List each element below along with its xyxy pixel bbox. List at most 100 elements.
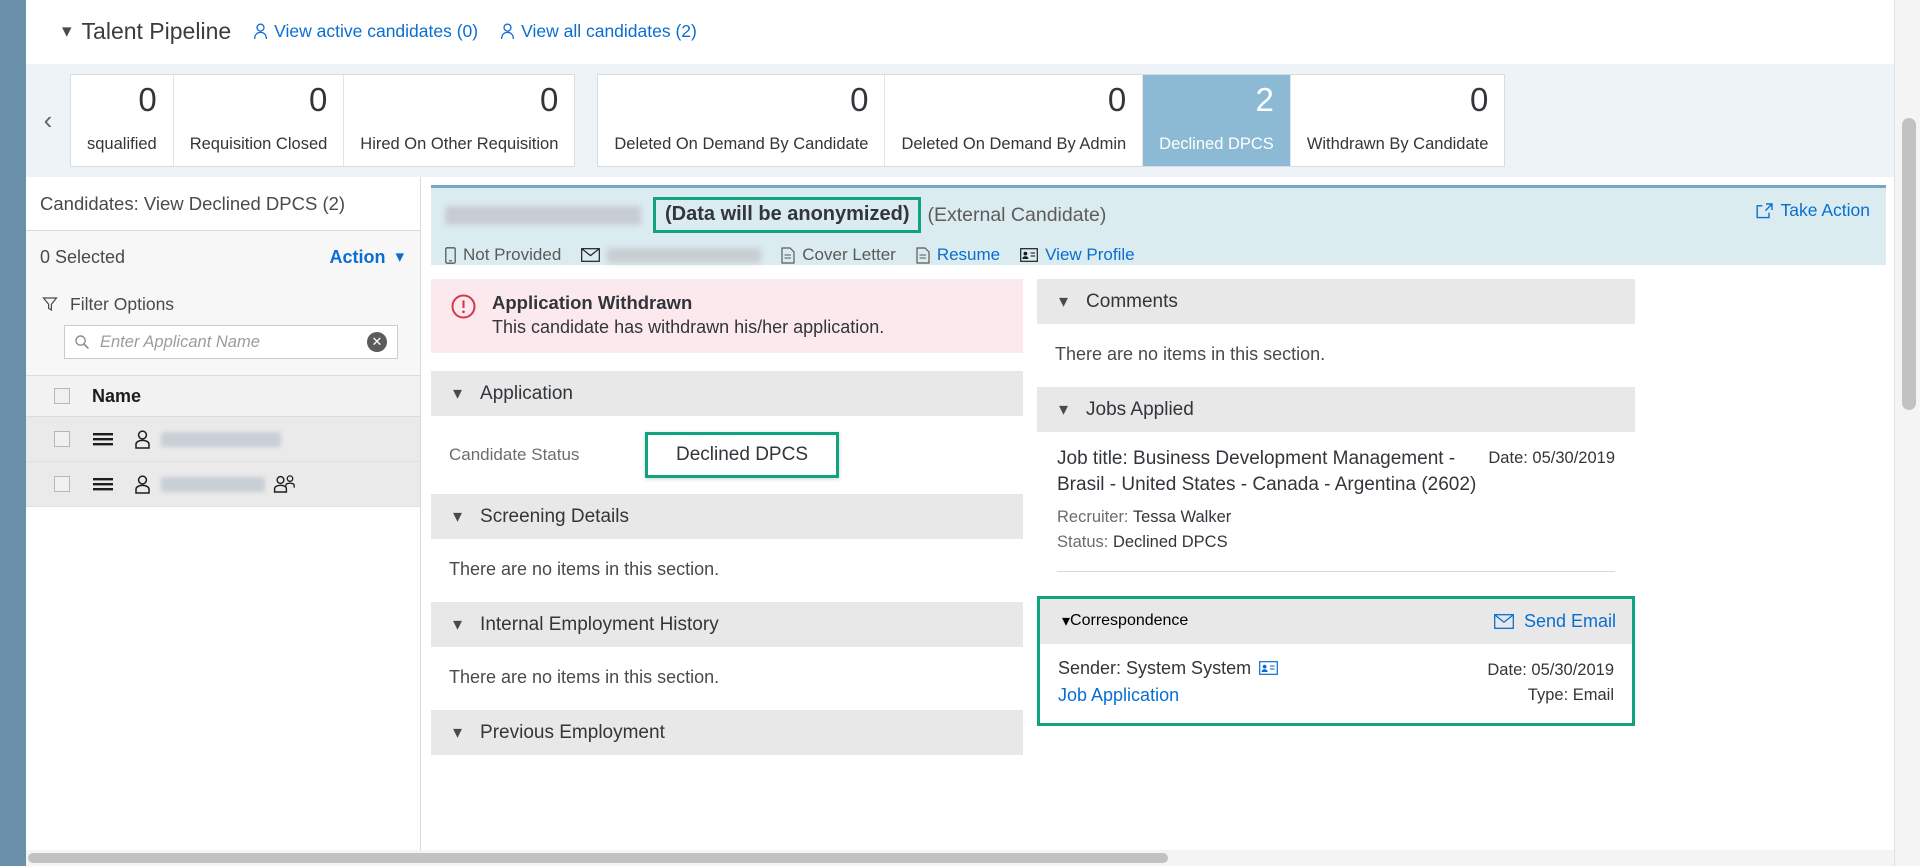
search-container: ✕ xyxy=(26,325,420,375)
section-header-previous-employment[interactable]: ▾ Previous Employment xyxy=(431,710,1023,756)
action-menu-label: Action xyxy=(329,246,386,267)
status-tile-declined-dpcs[interactable]: 2 Declined DPCS xyxy=(1143,75,1291,166)
correspondence-section: ▾ Correspondence Send Email Sender: Syst… xyxy=(1037,595,1635,727)
cover-letter-link[interactable]: Cover Letter xyxy=(781,245,896,265)
column-header-name: Name xyxy=(92,385,142,406)
person-icon xyxy=(134,474,151,494)
status-tile-count: 0 xyxy=(850,81,869,118)
correspondence-sender-label: Sender: System System xyxy=(1058,657,1252,678)
section-header-comments[interactable]: ▾ Comments xyxy=(1037,279,1635,324)
search-box[interactable]: ✕ xyxy=(64,325,398,359)
candidate-status-label: Candidate Status xyxy=(449,445,580,465)
horizontal-scrollbar-thumb[interactable] xyxy=(28,853,1168,863)
candidate-status-value: Declined DPCS xyxy=(645,432,839,479)
section-empty-text: There are no items in this section. xyxy=(449,667,720,688)
candidate-contact-row: Not Provided Cover Letter Resume View Pr… xyxy=(445,243,1886,267)
contact-card-icon[interactable] xyxy=(1259,661,1278,676)
search-input[interactable] xyxy=(98,331,367,353)
row-menu-icon[interactable] xyxy=(92,476,114,492)
section-title: Comments xyxy=(1086,290,1178,312)
section-header-correspondence[interactable]: ▾ Correspondence Send Email xyxy=(1040,598,1632,644)
application-withdrawn-alert: Application Withdrawn This candidate has… xyxy=(431,279,1023,354)
correspondence-body: Sender: System System Job Application Da… xyxy=(1040,643,1632,724)
candidate-identity-row: (Data will be anonymized) (External Cand… xyxy=(445,197,1886,233)
status-tile-group-2: 0 Deleted On Demand By Candidate 0 Delet… xyxy=(597,74,1506,167)
candidate-name-redacted xyxy=(161,431,281,447)
external-link-icon xyxy=(1756,202,1773,219)
status-tile-count: 0 xyxy=(308,81,328,118)
vertical-scrollbar-thumb[interactable] xyxy=(1902,118,1916,410)
candidate-status-row: Candidate Status Declined DPCS xyxy=(431,416,1023,494)
alert-message: This candidate has withdrawn his/her app… xyxy=(492,317,885,338)
candidates-sidebar: Candidates: View Declined DPCS (2) 0 Sel… xyxy=(26,177,421,866)
comments-empty-text: There are no items in this section. xyxy=(1055,344,1326,364)
view-all-candidates-link[interactable]: View all candidates (2) xyxy=(500,21,697,42)
envelope-icon xyxy=(581,248,601,262)
take-action-button[interactable]: Take Action xyxy=(1756,200,1870,221)
status-tile-deleted-on-demand-by-admin[interactable]: 0 Deleted On Demand By Admin xyxy=(885,75,1144,166)
candidate-header: (Data will be anonymized) (External Cand… xyxy=(431,185,1886,265)
status-tile-label: Deleted On Demand By Candidate xyxy=(614,135,869,153)
status-tile-label: squalified xyxy=(87,135,157,153)
table-row[interactable] xyxy=(26,462,420,507)
candidate-list-header: Name xyxy=(26,375,420,417)
status-tile-count: 0 xyxy=(1470,81,1489,118)
chevron-down-icon: ▾ xyxy=(453,722,463,743)
status-tile-count: 0 xyxy=(138,81,157,118)
vertical-scrollbar[interactable] xyxy=(1894,0,1920,866)
chevron-down-icon: ▾ xyxy=(453,614,463,635)
candidate-email-redacted xyxy=(607,247,762,263)
envelope-icon xyxy=(1493,613,1514,629)
view-active-candidates-link[interactable]: View active candidates (0) xyxy=(253,21,478,42)
section-empty-text: There are no items in this section. xyxy=(449,559,720,580)
status-tile-label: Requisition Closed xyxy=(189,135,328,153)
detail-columns: Application Withdrawn This candidate has… xyxy=(423,265,1894,756)
jobs-applied-body: Job title: Business Development Manageme… xyxy=(1037,432,1635,580)
divider xyxy=(1057,570,1615,572)
status-tile-withdrawn-by-candidate[interactable]: 0 Withdrawn By Candidate xyxy=(1290,75,1505,166)
status-tile-count: 0 xyxy=(1107,81,1127,118)
select-all-checkbox[interactable] xyxy=(54,388,70,404)
candidate-phone: Not Provided xyxy=(445,245,561,265)
job-applied-item: Job title: Business Development Manageme… xyxy=(1057,446,1615,497)
group-candidate-icon[interactable] xyxy=(273,475,297,493)
section-title: Correspondence xyxy=(1070,612,1189,630)
view-all-candidates-label: View all candidates (2) xyxy=(521,21,697,41)
filter-options-button[interactable]: Filter Options xyxy=(26,283,420,325)
chevron-down-icon: ▾ xyxy=(395,247,404,266)
row-checkbox[interactable] xyxy=(54,431,70,447)
chevron-down-icon[interactable]: ▾ xyxy=(62,22,72,41)
status-tile-hired-on-other-requisition[interactable]: 0 Hired On Other Requisition xyxy=(344,75,575,166)
chevron-left-icon[interactable]: ‹ xyxy=(26,64,70,177)
send-email-label: Send Email xyxy=(1523,610,1616,631)
body-area: Candidates: View Declined DPCS (2) 0 Sel… xyxy=(26,177,1894,866)
view-active-candidates-label: View active candidates (0) xyxy=(274,21,479,41)
row-checkbox[interactable] xyxy=(54,476,70,492)
correspondence-sender: Sender: System System xyxy=(1058,658,1278,679)
horizontal-scrollbar[interactable] xyxy=(26,850,1894,866)
candidate-name-redacted xyxy=(161,476,265,492)
section-header-screening-details[interactable]: ▾ Screening Details xyxy=(431,494,1023,540)
correspondence-link[interactable]: Job Application xyxy=(1058,685,1179,706)
resume-link[interactable]: Resume xyxy=(916,245,1000,265)
clear-search-icon[interactable]: ✕ xyxy=(367,332,387,352)
table-row[interactable] xyxy=(26,417,420,462)
correspondence-item: Sender: System System Job Application Da… xyxy=(1058,658,1614,708)
send-email-button[interactable]: Send Email xyxy=(1493,610,1616,632)
status-tile-requisition-closed[interactable]: 0 Requisition Closed xyxy=(173,75,345,166)
section-header-jobs-applied[interactable]: ▾ Jobs Applied xyxy=(1037,387,1635,432)
job-status-value: Declined DPCS xyxy=(1112,533,1228,552)
section-header-internal-employment-history[interactable]: ▾ Internal Employment History xyxy=(431,602,1023,648)
error-circle-icon xyxy=(451,294,476,324)
status-tiles-strip: ‹ 0 squalified 0 Requisition Closed 0 Hi… xyxy=(26,64,1894,177)
action-menu-button[interactable]: Action ▾ xyxy=(329,247,404,268)
cover-letter-label: Cover Letter xyxy=(802,245,896,264)
row-menu-icon[interactable] xyxy=(92,431,114,447)
resume-label: Resume xyxy=(936,245,1001,264)
view-profile-link[interactable]: View Profile xyxy=(1020,245,1135,265)
status-tile-disqualified[interactable]: 0 squalified xyxy=(71,75,174,166)
filter-options-label: Filter Options xyxy=(70,293,175,314)
candidate-detail-panel: (Data will be anonymized) (External Cand… xyxy=(421,177,1894,866)
status-tile-deleted-on-demand-by-candidate[interactable]: 0 Deleted On Demand By Candidate xyxy=(598,75,886,166)
section-header-application[interactable]: ▾ Application xyxy=(431,371,1023,417)
